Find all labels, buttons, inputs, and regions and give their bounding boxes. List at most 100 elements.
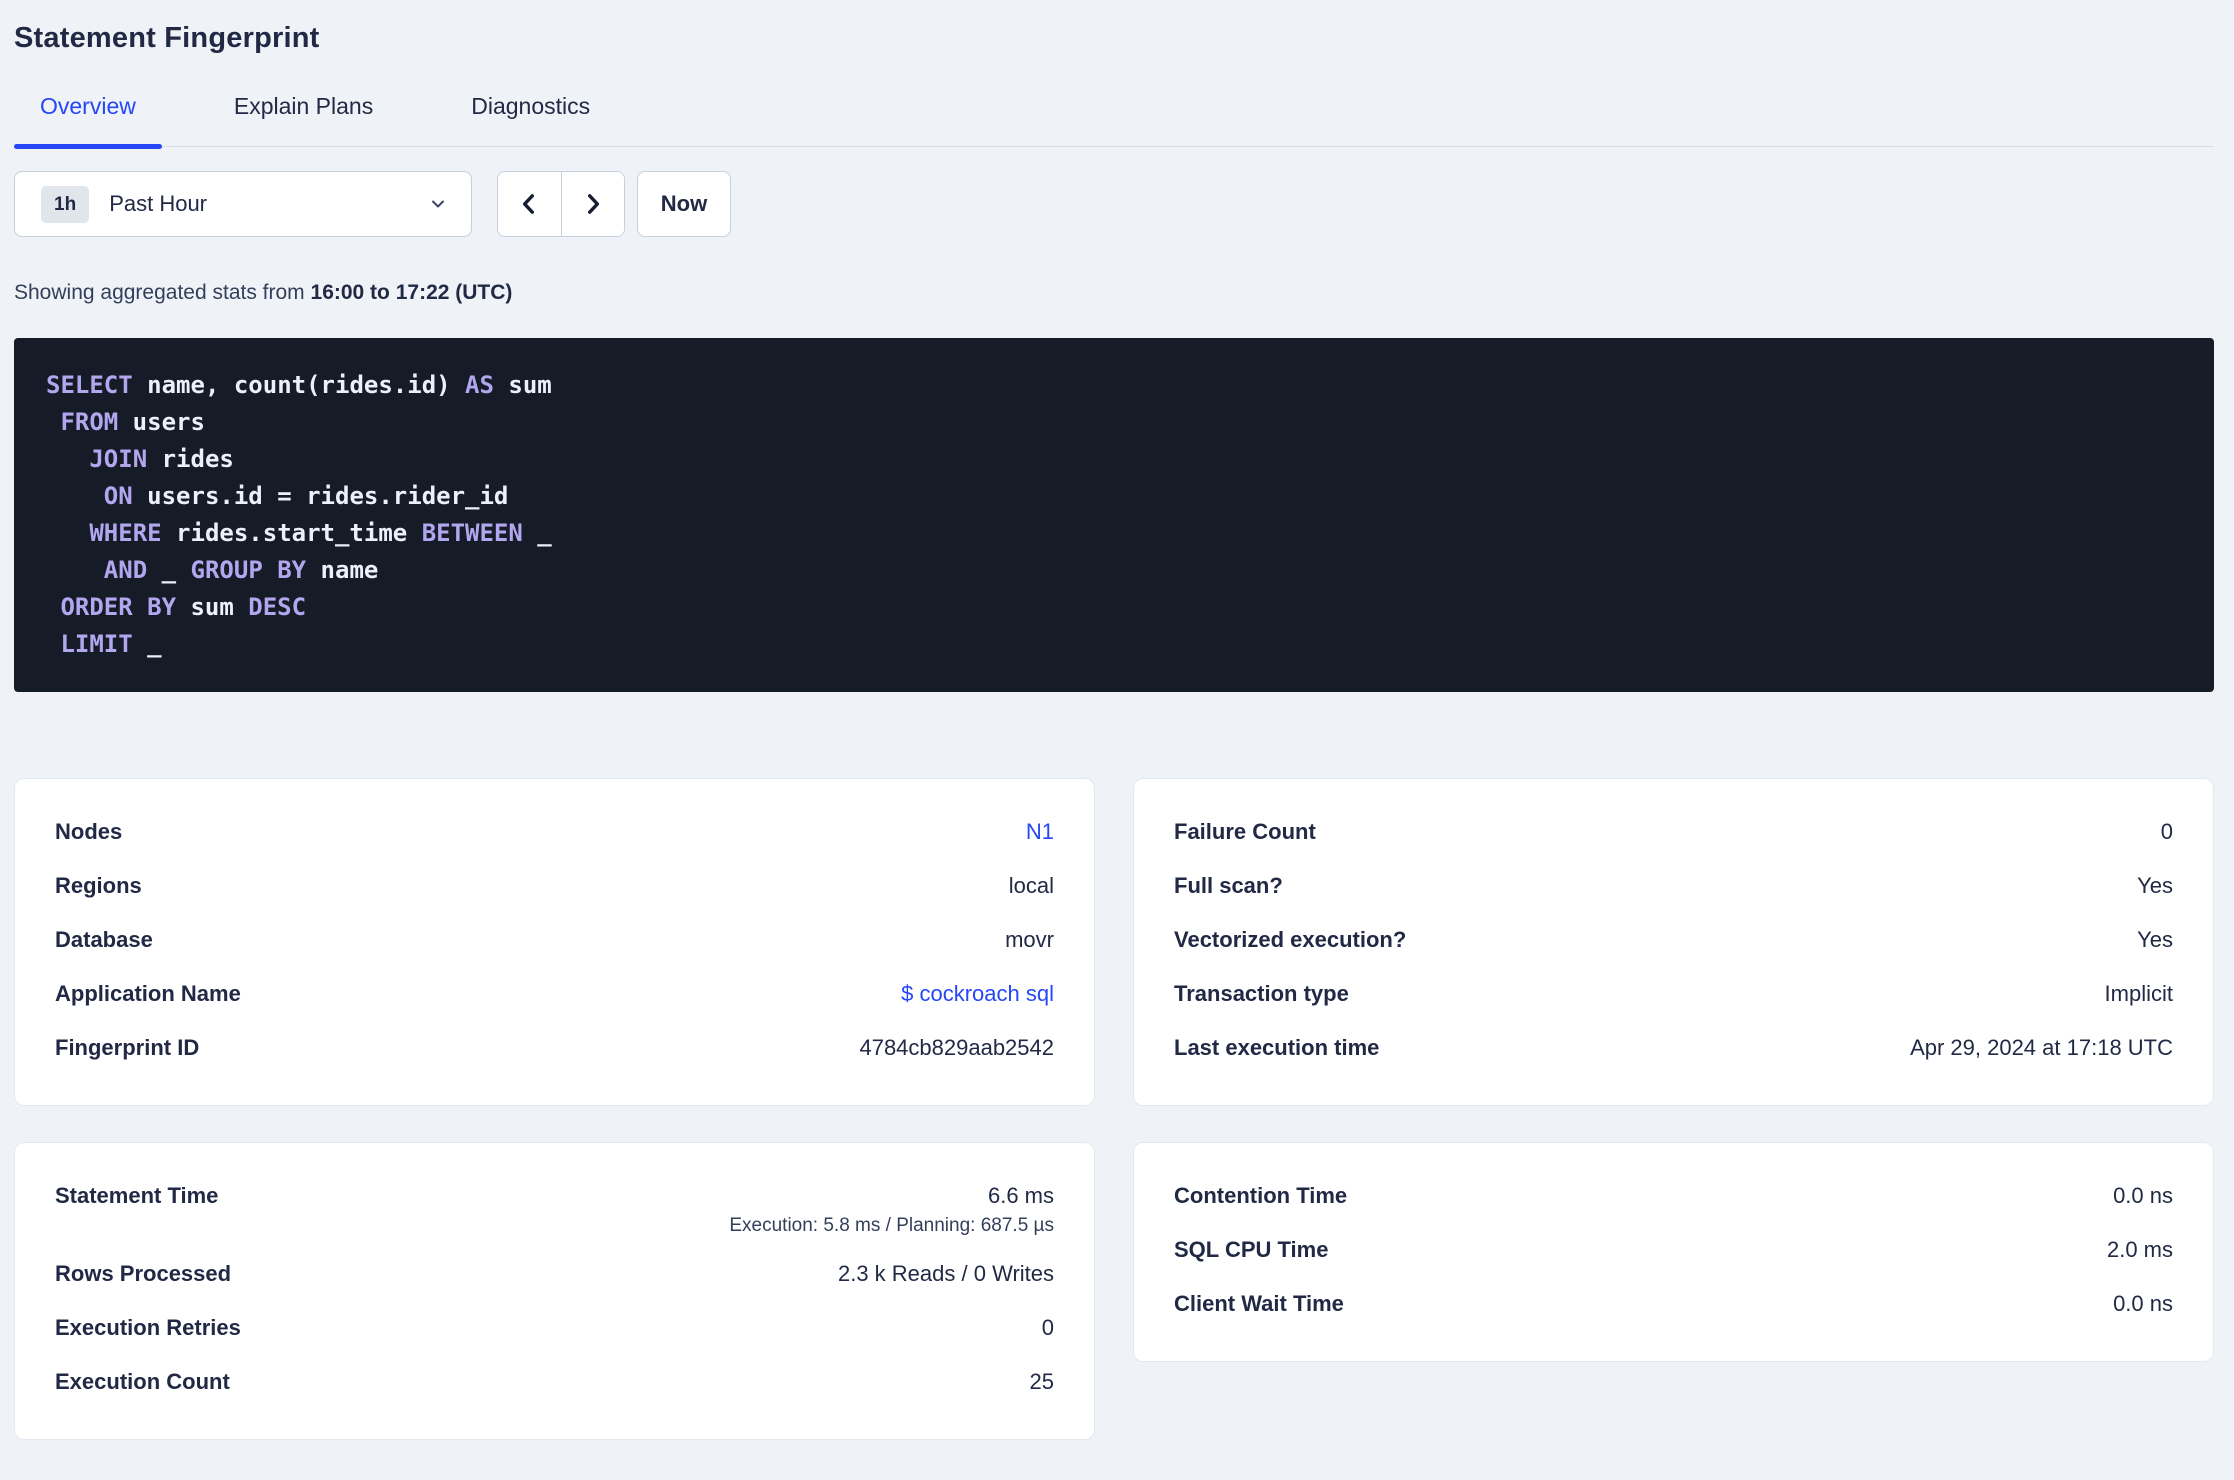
row-value-link[interactable]: $ cockroach sql: [901, 981, 1054, 1007]
sql-keyword: DESC: [248, 593, 307, 621]
row-label: Rows Processed: [55, 1261, 232, 1286]
sql-identifier: rides: [147, 445, 234, 473]
row-value: Yes: [2137, 873, 2173, 898]
row-label: Execution Retries: [55, 1315, 241, 1340]
row-label: Full scan?: [1174, 873, 1283, 898]
row-label: Failure Count: [1174, 819, 1316, 844]
summary-row: Fingerprint ID 4784cb829aab2542: [55, 1021, 1054, 1075]
page-title: Statement Fingerprint: [14, 22, 320, 54]
sql-identifier: name, count(rides.id): [132, 371, 466, 399]
row-value: 0: [2160, 819, 2173, 844]
sql-keyword: BETWEEN: [421, 519, 523, 547]
summary-row: Full scan? Yes: [1174, 859, 2173, 913]
row-label: Application Name: [55, 981, 241, 1006]
row-value-group: local: [1009, 873, 1054, 899]
sql-line: ON users.id = rides.rider_id: [46, 478, 2182, 515]
aggregated-stats-caption: Showing aggregated stats from 16:00 to 1…: [14, 281, 2214, 305]
row-value: Implicit: [2104, 981, 2173, 1006]
row-value-group: 2.3 k Reads / 0 Writes: [838, 1261, 1054, 1287]
caption-prefix: Showing aggregated stats from: [14, 281, 305, 304]
statement-fingerprint-page: Statement Fingerprint Overview Explain Pl…: [0, 22, 2234, 1440]
sql-line: LIMIT _: [46, 626, 2182, 663]
row-value-group: Implicit: [2105, 981, 2173, 1007]
sql-identifier: users: [118, 408, 205, 436]
summary-row: Client Wait Time 0.0 ns: [1174, 1277, 2173, 1331]
time-range-badge: 1h: [41, 185, 90, 223]
sql-keyword: ON: [103, 482, 133, 510]
row-subvalue: Execution: 5.8 ms / Planning: 687.5 µs: [729, 1215, 1054, 1236]
row-value-group: 0: [2161, 819, 2173, 845]
sql-keyword: AS: [465, 371, 494, 399]
caption-time-range: 16:00 to 17:22 (UTC): [310, 281, 513, 304]
tab-diagnostics[interactable]: Diagnostics: [445, 93, 616, 146]
summary-row: Statement Time 6.6 ms Execution: 5.8 ms / …: [55, 1169, 1054, 1247]
row-value: 0.0 ns: [2113, 1291, 2173, 1316]
time-toolbar: 1h Past Hour Now: [14, 171, 2214, 237]
sql-identifier: _: [522, 519, 552, 547]
sql-keyword: JOIN: [89, 445, 148, 473]
row-value-group: Yes: [2137, 873, 2173, 899]
sql-line: JOIN rides: [46, 441, 2182, 478]
sql-line: AND _ GROUP BY name: [46, 552, 2182, 589]
sql-statement-box: SELECT name, count(rides.id) AS sum FROM …: [14, 338, 2214, 692]
row-value-group: $ cockroach sql: [901, 981, 1054, 1007]
sql-identifier: sum: [493, 371, 552, 399]
row-value-group: 25: [1030, 1369, 1054, 1395]
summary-row: Execution Retries 0: [55, 1301, 1054, 1355]
row-value-group: movr: [1005, 927, 1054, 953]
summary-row: Failure Count 0: [1174, 805, 2173, 859]
time-range-label: Past Hour: [109, 191, 208, 216]
row-value-group: 0.0 ns: [2113, 1183, 2173, 1209]
sql-keyword: GROUP BY: [190, 556, 307, 584]
row-value: 4784cb829aab2542: [859, 1035, 1054, 1060]
row-label: SQL CPU Time: [1174, 1237, 1329, 1262]
row-value-group: Yes: [2137, 927, 2173, 953]
row-value-group: 4784cb829aab2542: [859, 1035, 1054, 1061]
next-interval-button[interactable]: [560, 172, 624, 236]
summary-row: Transaction type Implicit: [1174, 967, 2173, 1021]
wait-times-card: Contention Time 0.0 ns SQL CPU Time 2.0 ms C…: [1133, 1142, 2214, 1362]
now-button[interactable]: Now: [637, 171, 731, 237]
row-label: Regions: [55, 873, 142, 898]
sql-keyword: ORDER BY: [60, 593, 177, 621]
row-value: movr: [1005, 927, 1054, 952]
summary-row: Contention Time 0.0 ns: [1174, 1169, 2173, 1223]
sql-line: ORDER BY sum DESC: [46, 589, 2182, 626]
row-label: Fingerprint ID: [55, 1035, 200, 1060]
row-value: 2.3 k Reads / 0 Writes: [837, 1261, 1054, 1286]
previous-interval-button[interactable]: [498, 172, 561, 236]
tab-bar: Overview Explain Plans Diagnostics: [14, 93, 2214, 149]
summary-row: SQL CPU Time 2.0 ms: [1174, 1223, 2173, 1277]
row-value-group: 6.6 ms Execution: 5.8 ms / Planning: 687.…: [729, 1169, 1054, 1247]
row-value-group: 0.0 ns: [2113, 1291, 2173, 1317]
row-value: 2.0 ms: [2106, 1237, 2173, 1262]
summary-row: Last execution time Apr 29, 2024 at 17:18…: [1174, 1021, 2173, 1075]
sql-identifier: name: [306, 556, 379, 584]
sql-keyword: SELECT: [46, 371, 133, 399]
row-label: Database: [55, 927, 153, 952]
row-value-group: Apr 29, 2024 at 17:18 UTC: [1910, 1035, 2173, 1061]
tab-overview[interactable]: Overview: [14, 93, 162, 149]
row-value: 0.0 ns: [2113, 1183, 2173, 1208]
row-value-link[interactable]: N1: [1026, 819, 1054, 845]
summary-row: Rows Processed 2.3 k Reads / 0 Writes: [55, 1247, 1054, 1301]
sql-line: FROM users: [46, 404, 2182, 441]
time-range-dropdown[interactable]: 1h Past Hour: [14, 171, 472, 237]
sql-identifier: users.id = rides.rider_id: [132, 482, 509, 510]
tab-explain-plans[interactable]: Explain Plans: [208, 93, 399, 146]
sql-line: SELECT name, count(rides.id) AS sum: [46, 367, 2182, 404]
summary-row: Execution Count 25: [55, 1355, 1054, 1409]
chevron-right-icon: [587, 194, 599, 214]
chevron-down-icon: [432, 200, 444, 208]
sql-keyword: LIMIT: [60, 630, 133, 658]
statement-times-card: Statement Time 6.6 ms Execution: 5.8 ms / …: [14, 1142, 1095, 1440]
sql-keyword: WHERE: [89, 519, 162, 547]
row-label: Transaction type: [1174, 981, 1349, 1006]
summary-cards: Nodes N1 Regions local Database movr Applicati…: [14, 778, 2214, 1440]
row-label: Last execution time: [1174, 1035, 1380, 1060]
sql-keyword: FROM: [60, 408, 119, 436]
row-value: 25: [1029, 1369, 1054, 1394]
row-label: Contention Time: [1174, 1183, 1348, 1208]
row-value: Yes: [2137, 927, 2173, 952]
summary-row: Application Name $ cockroach sql: [55, 967, 1054, 1021]
